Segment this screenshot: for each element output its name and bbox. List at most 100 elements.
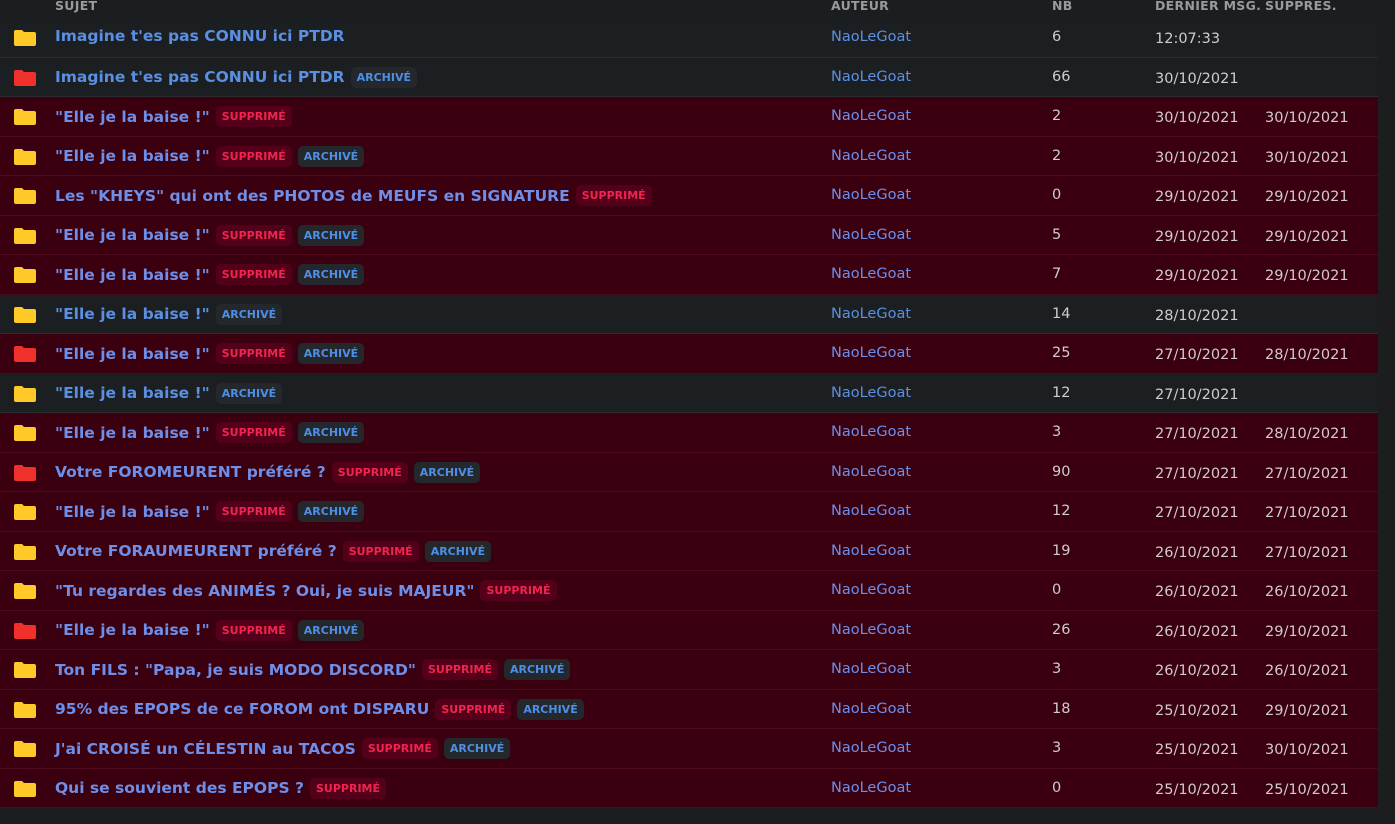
topic-link[interactable]: Votre FOROMEURENT préféré ? — [55, 463, 326, 481]
archived-badge[interactable]: ARCHIVÉ — [350, 66, 418, 88]
topic-link[interactable]: Imagine t'es pas CONNU ici PTDR — [55, 27, 345, 45]
author-link[interactable]: NaoLeGoat — [831, 148, 911, 164]
header-deleted[interactable]: SUPPRES. — [1265, 0, 1337, 13]
table-row[interactable]: "Elle je la baise !" SUPPRIMÉ ARCHIVÉ NaoLe… — [0, 334, 1378, 374]
archived-badge[interactable]: ARCHIVÉ — [297, 224, 365, 246]
author-link[interactable]: NaoLeGoat — [831, 266, 911, 282]
topic-link[interactable]: "Elle je la baise !" — [55, 266, 210, 284]
author-link[interactable]: NaoLeGoat — [831, 740, 911, 756]
author-link[interactable]: NaoLeGoat — [831, 29, 911, 45]
topic-link[interactable]: Votre FORAUMEURENT préféré ? — [55, 542, 337, 560]
table-row[interactable]: Les "KHEYS" qui ont des PHOTOS de MEUFS … — [0, 176, 1378, 216]
folder-icon — [14, 464, 36, 481]
archived-badge[interactable]: ARCHIVÉ — [517, 698, 584, 720]
archived-badge[interactable]: ARCHIVÉ — [297, 619, 365, 641]
author-link[interactable]: NaoLeGoat — [831, 582, 911, 598]
table-row[interactable]: "Elle je la baise !" ARCHIVÉ NaoLeGoat 14 28… — [0, 294, 1378, 334]
table-header: SUJET AUTEUR NB DERNIER MSG. SUPPRES. — [0, 0, 1378, 18]
table-row[interactable]: "Elle je la baise !" ARCHIVÉ NaoLeGoat 12 27… — [0, 373, 1378, 413]
table-row[interactable]: J'ai CROISÉ un CÉLESTIN au TACOS SUPPRIMÉ… — [0, 729, 1378, 769]
header-subject[interactable]: SUJET — [55, 0, 97, 13]
topic-title-cell: "Elle je la baise !" ARCHIVÉ — [55, 382, 283, 404]
table-row[interactable]: 95% des EPOPS de ce FOROM ont DISPARU SUP… — [0, 689, 1378, 729]
topic-title-cell: "Elle je la baise !" SUPPRIMÉ ARCHIVÉ — [55, 422, 365, 443]
topic-link[interactable]: J'ai CROISÉ un CÉLESTIN au TACOS — [55, 740, 356, 758]
folder-icon — [14, 622, 36, 639]
last-message-date: 29/10/2021 — [1155, 268, 1239, 284]
topic-link[interactable]: 95% des EPOPS de ce FOROM ont DISPARU — [55, 700, 429, 718]
archived-badge[interactable]: ARCHIVÉ — [424, 540, 492, 562]
archived-badge[interactable]: ARCHIVÉ — [297, 343, 365, 364]
topic-title-cell: "Elle je la baise !" SUPPRIMÉ ARCHIVÉ — [55, 619, 365, 641]
deleted-badge: SUPPRIMÉ — [215, 343, 292, 364]
topic-link[interactable]: "Elle je la baise !" — [55, 305, 210, 323]
topic-link[interactable]: "Tu regardes des ANIMÉS ? Oui, je suis M… — [55, 582, 474, 600]
archived-badge[interactable]: ARCHIVÉ — [297, 145, 365, 167]
author-link[interactable]: NaoLeGoat — [831, 661, 911, 677]
author-link[interactable]: NaoLeGoat — [831, 345, 911, 361]
scrollbar-track[interactable] — [1378, 0, 1395, 806]
last-message-date: 30/10/2021 — [1155, 70, 1239, 87]
topic-title-cell: 95% des EPOPS de ce FOROM ont DISPARU SUP… — [55, 698, 584, 720]
table-row[interactable]: "Elle je la baise !" SUPPRIMÉ ARCHIVÉ NaoLe… — [0, 492, 1378, 532]
topic-title-cell: "Elle je la baise !" SUPPRIMÉ ARCHIVÉ — [55, 145, 365, 167]
topic-link[interactable]: "Elle je la baise !" — [55, 108, 210, 126]
table-row[interactable]: "Elle je la baise !" SUPPRIMÉ ARCHIVÉ NaoLe… — [0, 610, 1378, 650]
topic-link[interactable]: "Elle je la baise !" — [55, 345, 210, 363]
topic-link[interactable]: Les "KHEYS" qui ont des PHOTOS de MEUFS … — [55, 187, 570, 205]
archived-badge[interactable]: ARCHIVÉ — [297, 422, 365, 443]
table-row[interactable]: "Elle je la baise !" SUPPRIMÉ NaoLeGoat 2 30… — [0, 97, 1378, 137]
table-row[interactable]: Qui se souvient des EPOPS ? SUPPRIMÉ NaoLe… — [0, 768, 1378, 808]
table-row[interactable]: "Elle je la baise !" SUPPRIMÉ ARCHIVÉ NaoLe… — [0, 215, 1378, 255]
author-link[interactable]: NaoLeGoat — [831, 701, 911, 717]
archived-badge[interactable]: ARCHIVÉ — [413, 461, 481, 483]
topic-link[interactable]: "Elle je la baise !" — [55, 424, 210, 442]
table-row[interactable]: "Elle je la baise !" SUPPRIMÉ ARCHIVÉ NaoLe… — [0, 255, 1378, 295]
last-message-date: 26/10/2021 — [1155, 623, 1239, 640]
header-nb[interactable]: NB — [1052, 0, 1073, 13]
table-row[interactable]: Imagine t'es pas CONNU ici PTDR NaoLeGoat… — [0, 18, 1378, 58]
topic-link[interactable]: "Elle je la baise !" — [55, 226, 210, 244]
author-link[interactable]: NaoLeGoat — [831, 622, 911, 638]
topic-title-cell: "Elle je la baise !" ARCHIVÉ — [55, 303, 283, 325]
archived-badge[interactable]: ARCHIVÉ — [504, 659, 571, 680]
archived-badge[interactable]: ARCHIVÉ — [443, 738, 511, 759]
table-row[interactable]: Votre FORAUMEURENT préféré ? SUPPRIMÉ ARCH… — [0, 531, 1378, 571]
table-row[interactable]: Votre FOROMEURENT préféré ? SUPPRIMÉ ARCHI… — [0, 452, 1378, 492]
topic-link[interactable]: "Elle je la baise !" — [55, 621, 210, 639]
folder-icon — [14, 504, 36, 520]
last-message-date: 29/10/2021 — [1155, 189, 1239, 205]
table-row[interactable]: "Tu regardes des ANIMÉS ? Oui, je suis M… — [0, 571, 1378, 611]
message-count: 2 — [1052, 147, 1062, 164]
last-message-date: 27/10/2021 — [1155, 347, 1239, 363]
topic-link[interactable]: "Elle je la baise !" — [55, 503, 210, 521]
archived-badge[interactable]: ARCHIVÉ — [215, 382, 283, 404]
header-last-message[interactable]: DERNIER MSG. — [1155, 0, 1261, 13]
topic-link[interactable]: Imagine t'es pas CONNU ici PTDR — [55, 68, 345, 86]
topic-link[interactable]: "Elle je la baise !" — [55, 384, 210, 402]
header-author[interactable]: AUTEUR — [831, 0, 889, 13]
table-row[interactable]: "Elle je la baise !" SUPPRIMÉ ARCHIVÉ NaoLe… — [0, 136, 1378, 176]
author-link[interactable]: NaoLeGoat — [831, 543, 911, 559]
author-link[interactable]: NaoLeGoat — [831, 108, 911, 124]
author-link[interactable]: NaoLeGoat — [831, 69, 911, 85]
topic-link[interactable]: Qui se souvient des EPOPS ? — [55, 779, 304, 797]
author-link[interactable]: NaoLeGoat — [831, 227, 911, 243]
table-row[interactable]: Imagine t'es pas CONNU ici PTDR ARCHIVÉ Na… — [0, 57, 1378, 97]
topic-link[interactable]: Ton FILS : "Papa, je suis MODO DISCORD" — [55, 661, 416, 679]
author-link[interactable]: NaoLeGoat — [831, 306, 911, 322]
author-link[interactable]: NaoLeGoat — [831, 385, 911, 401]
table-row[interactable]: Ton FILS : "Papa, je suis MODO DISCORD" S… — [0, 650, 1378, 690]
deletion-date: 26/10/2021 — [1265, 663, 1349, 679]
archived-badge[interactable]: ARCHIVÉ — [215, 303, 283, 325]
author-link[interactable]: NaoLeGoat — [831, 464, 911, 480]
author-link[interactable]: NaoLeGoat — [831, 187, 911, 203]
topic-link[interactable]: "Elle je la baise !" — [55, 147, 210, 165]
author-link[interactable]: NaoLeGoat — [831, 780, 911, 796]
archived-badge[interactable]: ARCHIVÉ — [297, 264, 365, 285]
author-link[interactable]: NaoLeGoat — [831, 503, 911, 519]
table-row[interactable]: "Elle je la baise !" SUPPRIMÉ ARCHIVÉ NaoLe… — [0, 413, 1378, 453]
archived-badge[interactable]: ARCHIVÉ — [297, 501, 365, 522]
deleted-badge: SUPPRIMÉ — [215, 224, 292, 246]
author-link[interactable]: NaoLeGoat — [831, 424, 911, 440]
